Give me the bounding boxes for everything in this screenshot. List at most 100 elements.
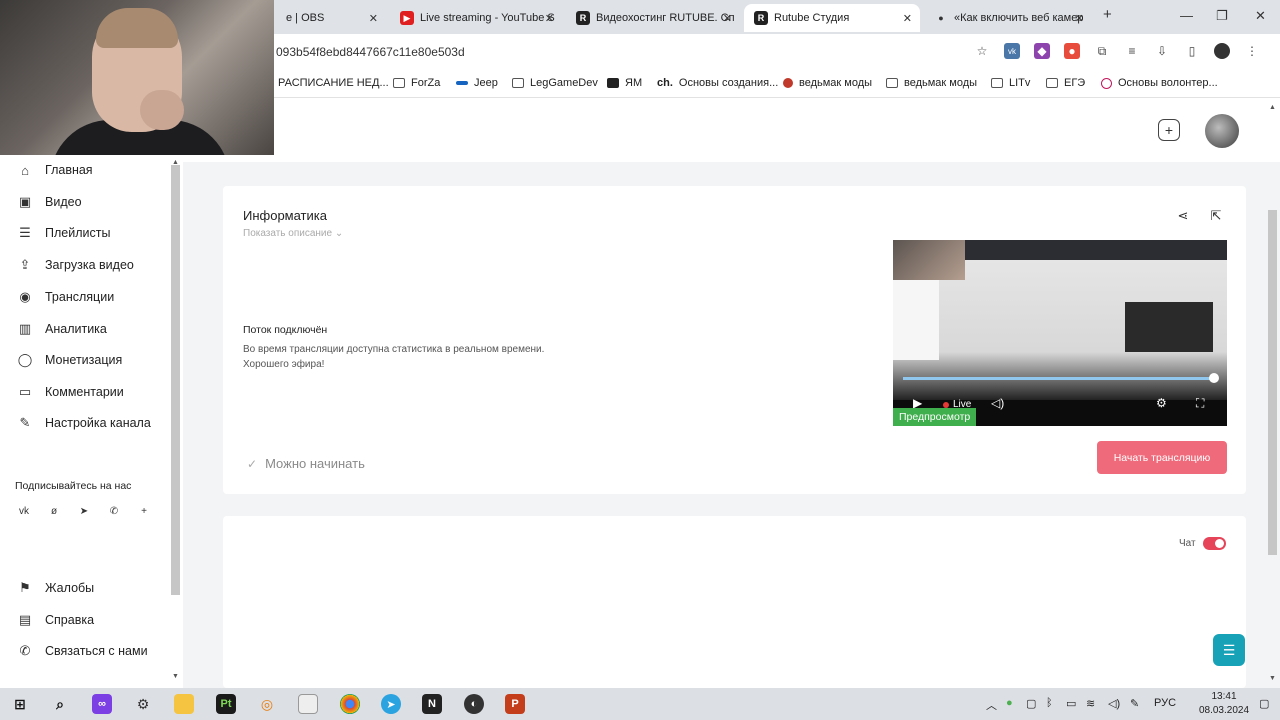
start-broadcast-button[interactable]: Начать трансляцию bbox=[1097, 441, 1227, 474]
tab-webcam-article[interactable]: ● «Как включить веб камер ✕ bbox=[924, 4, 1092, 32]
avatar[interactable] bbox=[1205, 114, 1239, 148]
tab-obs[interactable]: e | OBS ✕ bbox=[276, 4, 386, 32]
sidebar-item-comments[interactable]: ▭ Комментарии bbox=[0, 378, 170, 406]
open-external-icon[interactable]: ⇱ bbox=[1208, 208, 1224, 224]
scroll-down-icon[interactable]: ▼ bbox=[172, 673, 179, 680]
page-scrollbar[interactable] bbox=[1268, 210, 1277, 555]
bookmark-item[interactable]: ведьмак моды bbox=[886, 77, 977, 89]
volunteer-icon bbox=[1101, 77, 1112, 89]
close-icon[interactable]: ✕ bbox=[903, 12, 912, 25]
sidebar-item-contact[interactable]: ✆ Связаться с нами bbox=[0, 637, 170, 665]
sidepanel-icon[interactable]: ▯ bbox=[1184, 43, 1200, 59]
maximize-icon[interactable]: ❐ bbox=[1216, 8, 1228, 24]
close-icon[interactable]: ✕ bbox=[545, 12, 554, 25]
vk-icon[interactable]: vk bbox=[18, 505, 30, 517]
close-icon[interactable]: ✕ bbox=[1075, 12, 1084, 25]
preview-progress-knob[interactable] bbox=[1209, 373, 1219, 383]
telegram-icon[interactable]: ➤ bbox=[78, 505, 90, 517]
sidebar-item-monetization[interactable]: ◯ Монетизация bbox=[0, 346, 170, 374]
viber-icon[interactable]: ✆ bbox=[108, 505, 120, 517]
stream-preview[interactable]: ▶ Live ◁) ⚙ ⛶ Предпросмотр bbox=[893, 240, 1227, 426]
sidebar-item-channel-settings[interactable]: ✎ Настройка канала bbox=[0, 409, 170, 437]
wifi-icon[interactable]: ≋ bbox=[1086, 697, 1095, 710]
volume-icon[interactable]: ◁) bbox=[991, 396, 1004, 410]
window-close-icon[interactable]: ✕ bbox=[1255, 8, 1266, 24]
bookmark-item[interactable]: ch. Основы создания... bbox=[657, 77, 778, 89]
language-indicator[interactable]: РУС bbox=[1154, 697, 1176, 709]
ok-icon[interactable]: ø bbox=[48, 505, 60, 517]
share-icon[interactable]: ⋖ bbox=[1175, 208, 1191, 224]
visual-studio-icon[interactable]: ∞ bbox=[92, 694, 112, 714]
puzzle-icon[interactable]: ⧉ bbox=[1094, 43, 1110, 59]
notification-icon[interactable]: ▢ bbox=[1259, 697, 1269, 710]
blender-icon[interactable]: ◎ bbox=[257, 694, 277, 714]
bookmark-item[interactable]: ЯМ bbox=[607, 77, 642, 89]
fullscreen-icon[interactable]: ⛶ bbox=[1196, 396, 1204, 411]
telegram-icon[interactable]: ➤ bbox=[381, 694, 401, 714]
file-explorer-icon[interactable] bbox=[174, 694, 194, 714]
sidebar-item-home[interactable]: ⌂ Главная bbox=[0, 156, 170, 184]
page-scroll-down-icon[interactable]: ▼ bbox=[1269, 675, 1276, 682]
bookmark-item[interactable]: ЕГЭ bbox=[1046, 77, 1085, 89]
profile-icon[interactable] bbox=[1214, 43, 1230, 59]
sidebar-scrollbar[interactable] bbox=[171, 165, 180, 595]
taskbar-clock[interactable]: 13:41 08.03.2024 bbox=[1196, 690, 1252, 718]
notion-icon[interactable]: N bbox=[422, 694, 442, 714]
social-label: Подписывайтесь на нас bbox=[15, 480, 132, 492]
menu-icon[interactable]: ⋮ bbox=[1244, 43, 1260, 59]
record-extension-icon[interactable]: ● bbox=[1064, 43, 1080, 59]
tab-youtube[interactable]: ▶ Live streaming - YouTube S ✕ bbox=[390, 4, 562, 32]
sidebar-item-upload[interactable]: ⇪ Загрузка видео bbox=[0, 251, 170, 279]
show-description-link[interactable]: Показать описание ⌄ bbox=[243, 228, 343, 239]
preview-progress-bar[interactable] bbox=[903, 377, 1215, 380]
bookmark-item[interactable]: LegGameDev bbox=[512, 77, 598, 89]
tray-bluetooth-icon[interactable]: ᛒ bbox=[1046, 697, 1053, 709]
add-content-icon[interactable]: + bbox=[1158, 119, 1180, 141]
download-icon[interactable]: ⇩ bbox=[1154, 43, 1170, 59]
sidebar-item-video[interactable]: ▣ Видео bbox=[0, 188, 170, 216]
pycharm-icon[interactable]: Pt bbox=[216, 694, 236, 714]
tray-display-icon[interactable]: ▢ bbox=[1026, 697, 1036, 710]
store-icon[interactable] bbox=[298, 694, 318, 714]
minimize-icon[interactable]: — bbox=[1180, 8, 1193, 23]
sidebar-item-complaints[interactable]: ⚑ Жалобы bbox=[0, 574, 170, 602]
settings-icon[interactable]: ⚙ bbox=[133, 694, 153, 714]
preview-webcam bbox=[893, 240, 965, 280]
url-field[interactable]: 093b54f8ebd8447667c11e80e503d bbox=[276, 45, 465, 59]
bookmark-item[interactable]: Основы волонтер... bbox=[1101, 77, 1218, 89]
bookmark-item[interactable]: ведьмак моды bbox=[783, 77, 872, 89]
windows-start-icon[interactable]: ⊞ bbox=[10, 694, 30, 714]
chat-toggle[interactable] bbox=[1203, 537, 1226, 550]
close-icon[interactable]: ✕ bbox=[369, 12, 378, 25]
new-tab-button[interactable]: + bbox=[1103, 6, 1112, 23]
obs-icon[interactable]: ◐ bbox=[464, 694, 484, 714]
tray-expand-icon[interactable]: ︿ bbox=[986, 697, 997, 713]
plus-icon[interactable]: + bbox=[138, 505, 150, 517]
chrome-icon[interactable] bbox=[340, 694, 360, 714]
close-icon[interactable]: ✕ bbox=[723, 12, 732, 25]
volume-icon[interactable]: ◁) bbox=[1108, 697, 1120, 710]
tray-app-icon[interactable]: ● bbox=[1006, 697, 1013, 709]
battery-icon[interactable]: ▭ bbox=[1066, 697, 1076, 710]
playlist-icon[interactable]: ≡ bbox=[1124, 43, 1140, 59]
tab-rutube-studio[interactable]: R Rutube Студия ✕ bbox=[744, 4, 920, 32]
sidebar-item-help[interactable]: ▤ Справка bbox=[0, 606, 170, 634]
star-icon[interactable]: ☆ bbox=[974, 43, 990, 59]
page-scroll-up-icon[interactable]: ▲ bbox=[1269, 104, 1276, 111]
bookmark-item[interactable]: ForZa bbox=[393, 77, 440, 89]
gear-icon[interactable]: ⚙ bbox=[1156, 396, 1167, 410]
sidebar: ▲ ▼ ⌂ Главная ▣ Видео ☰ Плейлисты ⇪ Загр… bbox=[0, 155, 183, 688]
search-icon[interactable]: ⌕ bbox=[50, 694, 70, 714]
powerpoint-icon[interactable]: P bbox=[505, 694, 525, 714]
chat-support-button[interactable]: ☰ bbox=[1213, 634, 1245, 666]
sidebar-item-broadcasts[interactable]: ◉ Трансляции bbox=[0, 283, 170, 311]
sidebar-item-analytics[interactable]: ▥ Аналитика bbox=[0, 315, 170, 343]
extension-icon[interactable]: ◆ bbox=[1034, 43, 1050, 59]
sidebar-item-playlists[interactable]: ☰ Плейлисты bbox=[0, 219, 170, 247]
pen-icon[interactable]: ✎ bbox=[1130, 697, 1139, 710]
bookmark-item[interactable]: РАСПИСАНИЕ НЕД... bbox=[278, 77, 389, 89]
vk-extension-icon[interactable]: vk bbox=[1004, 43, 1020, 59]
bookmark-item[interactable]: Jeep bbox=[456, 77, 498, 89]
bookmark-item[interactable]: LITv bbox=[991, 77, 1030, 89]
tab-rutube-hosting[interactable]: R Видеохостинг RUTUBE. Сп ✕ bbox=[566, 4, 740, 32]
